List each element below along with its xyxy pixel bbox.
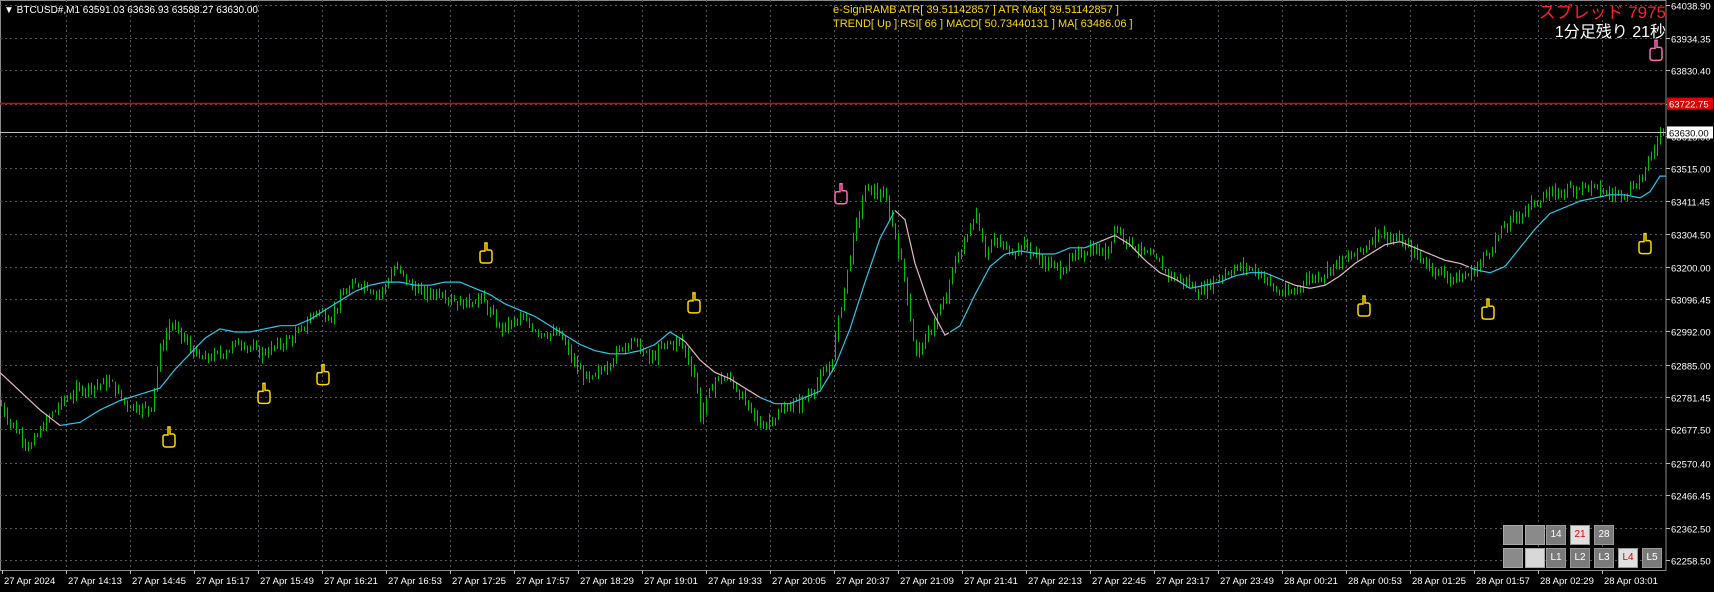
y-tick-label: 63934.35	[1671, 35, 1711, 46]
x-tick-label: 27 Apr 20:37	[836, 576, 890, 587]
buy-signal-icon	[162, 426, 176, 448]
indicator-atr-line: e-SignRAMB ATR[ 39.51142857 ] ATR Max[ 3…	[833, 4, 1119, 16]
bid-price-label: 63630.00	[1669, 128, 1709, 139]
x-tick-label: 27 Apr 21:41	[964, 576, 1018, 587]
x-tick-label: 28 Apr 03:01	[1604, 576, 1658, 587]
x-tick-label: 27 Apr 15:49	[260, 576, 314, 587]
y-tick-label: 62885.00	[1671, 362, 1711, 373]
chart-frame	[0, 0, 1667, 571]
buy-signal-icon	[257, 382, 271, 405]
x-tick-label: 27 Apr 22:13	[1028, 576, 1082, 587]
x-tick-label: 28 Apr 01:57	[1476, 576, 1530, 587]
y-tick-label: 64038.90	[1671, 2, 1711, 13]
ask-price-label: 63722.75	[1669, 100, 1709, 111]
x-tick-label: 27 Apr 2024	[4, 576, 55, 587]
panel-blank-button[interactable]	[1503, 525, 1523, 545]
buy-signal-icon	[1638, 232, 1652, 255]
x-tick-label: 28 Apr 00:21	[1284, 576, 1338, 587]
y-tick-label: 62362.50	[1671, 525, 1711, 536]
x-tick-label: 28 Apr 01:25	[1412, 576, 1466, 587]
panel-blank-button[interactable]	[1525, 548, 1545, 568]
level-button-l1[interactable]: L1	[1546, 548, 1566, 568]
y-tick-label: 62466.45	[1671, 492, 1711, 503]
x-tick-label: 27 Apr 16:21	[324, 576, 378, 587]
panel-blank-button[interactable]	[1525, 525, 1545, 545]
x-tick-label: 27 Apr 15:17	[196, 576, 250, 587]
chart-canvas: 64038.9063934.3563830.4063722.7563618.00…	[0, 0, 1713, 587]
x-tick-label: 27 Apr 17:25	[452, 576, 506, 587]
x-tick-label: 27 Apr 16:53	[388, 576, 442, 587]
x-tick-label: 27 Apr 19:01	[644, 576, 698, 587]
x-tick-label: 27 Apr 18:29	[580, 576, 634, 587]
level-button-l3[interactable]: L3	[1594, 548, 1614, 568]
x-tick-label: 27 Apr 14:45	[132, 576, 186, 587]
spread-label: スプレッド 7975	[1538, 3, 1666, 22]
y-tick-label: 62992.00	[1671, 328, 1711, 339]
buy-signal-icon	[479, 242, 493, 264]
x-tick-label: 27 Apr 21:09	[900, 576, 954, 587]
buy-signal-icon	[1481, 298, 1495, 320]
ma-line-down	[0, 372, 61, 426]
y-tick-label: 63515.00	[1671, 165, 1711, 176]
y-tick-label: 63200.00	[1671, 264, 1711, 275]
x-tick-label: 27 Apr 19:33	[708, 576, 762, 587]
y-tick-label: 63830.40	[1671, 67, 1711, 78]
bar-remaining-label: 1分足残り 21秒	[1554, 24, 1666, 41]
tf-button-28[interactable]: 28	[1594, 525, 1614, 545]
x-tick-label: 27 Apr 14:13	[68, 576, 122, 587]
y-tick-label: 62781.45	[1671, 394, 1711, 405]
ma-line-down	[894, 209, 950, 336]
x-tick-label: 27 Apr 23:17	[1156, 576, 1210, 587]
ma-line-up	[759, 212, 895, 405]
x-tick-label: 28 Apr 00:53	[1348, 576, 1402, 587]
x-tick-label: 27 Apr 23:49	[1220, 576, 1274, 587]
ma-line-up	[59, 281, 681, 427]
y-tick-label: 63304.50	[1671, 231, 1711, 242]
sell-signal-icon	[834, 183, 848, 205]
level-button-l2[interactable]: L2	[1570, 548, 1590, 568]
y-tick-label: 62677.50	[1671, 426, 1711, 437]
x-tick-label: 27 Apr 22:45	[1092, 576, 1146, 587]
y-tick-label: 63411.45	[1671, 198, 1710, 209]
indicator-trend-line: TREND[ Up ] RSI[ 66 ] MACD[ 50.73440131 …	[833, 18, 1133, 30]
ma-line-up	[949, 241, 1101, 333]
x-tick-label: 28 Apr 02:29	[1540, 576, 1594, 587]
level-button-l5[interactable]: L5	[1642, 548, 1662, 568]
panel-blank-button[interactable]	[1503, 548, 1523, 568]
x-tick-label: 27 Apr 20:05	[772, 576, 826, 587]
buy-signal-icon	[687, 292, 701, 314]
tf-button-21[interactable]: 21	[1570, 525, 1590, 545]
price-chart[interactable]: 64038.9063934.3563830.4063722.7563618.00…	[0, 0, 1713, 587]
level-button-l4[interactable]: L4	[1618, 548, 1638, 568]
buy-signal-icon	[1357, 295, 1371, 317]
x-tick-label: 27 Apr 17:57	[516, 576, 570, 587]
tf-button-14[interactable]: 14	[1546, 525, 1566, 545]
y-tick-label: 63096.45	[1671, 296, 1711, 307]
y-tick-label: 62258.50	[1671, 557, 1711, 568]
y-tick-label: 62570.40	[1671, 460, 1711, 471]
symbol-info: ▼ BTCUSD#,M1 63591.03 63636.93 63588.27 …	[4, 5, 258, 16]
sell-signal-icon	[1649, 39, 1663, 62]
